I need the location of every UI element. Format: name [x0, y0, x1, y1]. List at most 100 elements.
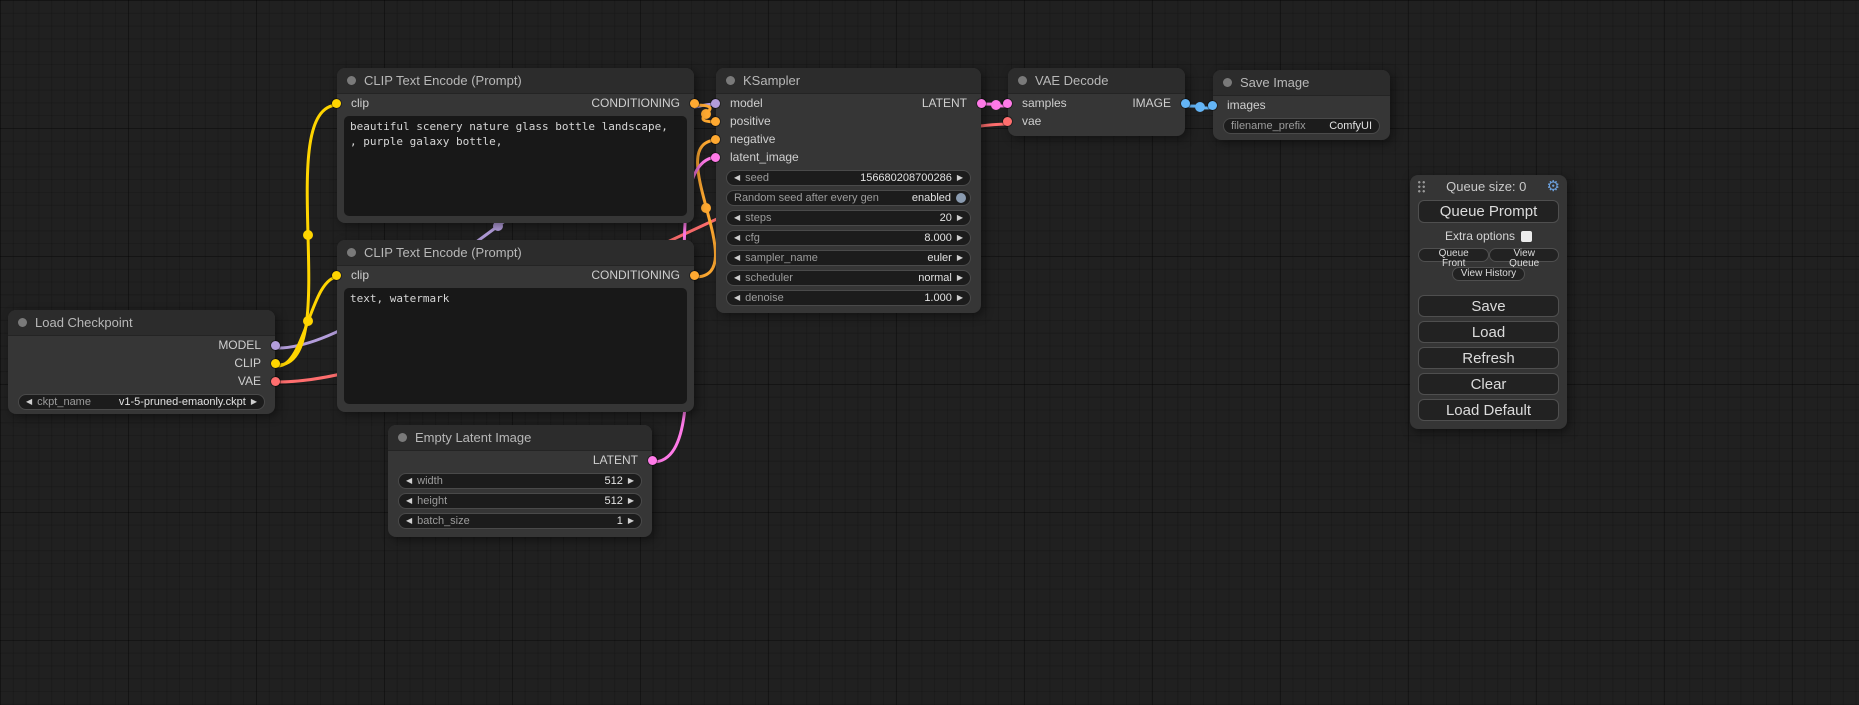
decrement-arrow-icon[interactable]: ◀ [406, 497, 412, 505]
collapse-dot-icon[interactable] [398, 433, 407, 442]
node-titlebar[interactable]: CLIP Text Encode (Prompt) [337, 240, 694, 266]
prompt-text-input[interactable]: text, watermark [344, 288, 687, 404]
collapse-dot-icon[interactable] [726, 76, 735, 85]
node-titlebar[interactable]: Save Image [1213, 70, 1390, 96]
input-slot-vae[interactable] [1003, 117, 1012, 126]
node-ksampler[interactable]: KSampler model LATENT positive negative … [716, 68, 981, 313]
node-vae-decode[interactable]: VAE Decode samples IMAGE vae [1008, 68, 1185, 136]
input-slot-clip[interactable] [332, 271, 341, 280]
input-slot-images[interactable] [1208, 101, 1217, 110]
toggle-knob-icon[interactable] [956, 193, 966, 203]
node-empty-latent-image[interactable]: Empty Latent Image LATENT ◀ width 512 ▶ … [388, 425, 652, 537]
collapse-dot-icon[interactable] [1018, 76, 1027, 85]
node-titlebar[interactable]: Load Checkpoint [8, 310, 275, 336]
widget-steps[interactable]: ◀ steps 20 ▶ [726, 210, 971, 226]
decrement-arrow-icon[interactable]: ◀ [734, 294, 740, 302]
node-clip-text-encode-positive[interactable]: CLIP Text Encode (Prompt) clip CONDITION… [337, 68, 694, 223]
increment-arrow-icon[interactable]: ▶ [251, 398, 257, 406]
node-title: CLIP Text Encode (Prompt) [364, 245, 522, 260]
node-title: Empty Latent Image [415, 430, 531, 445]
widget-batch-size[interactable]: ◀ batch_size 1 ▶ [398, 513, 642, 529]
output-slot-clip[interactable] [271, 359, 280, 368]
output-label-clip: CLIP [234, 356, 261, 370]
drag-handle-icon[interactable] [1417, 180, 1426, 193]
increment-arrow-icon[interactable]: ▶ [957, 254, 963, 262]
node-titlebar[interactable]: VAE Decode [1008, 68, 1185, 94]
widget-denoise[interactable]: ◀ denoise 1.000 ▶ [726, 290, 971, 306]
output-slot-image[interactable] [1181, 99, 1190, 108]
decrement-arrow-icon[interactable]: ◀ [734, 174, 740, 182]
node-titlebar[interactable]: Empty Latent Image [388, 425, 652, 451]
view-queue-button[interactable]: View Queue [1489, 248, 1559, 262]
input-slot-clip[interactable] [332, 99, 341, 108]
decrement-arrow-icon[interactable]: ◀ [734, 234, 740, 242]
collapse-dot-icon[interactable] [18, 318, 27, 327]
decrement-arrow-icon[interactable]: ◀ [406, 477, 412, 485]
decrement-arrow-icon[interactable]: ◀ [734, 274, 740, 282]
output-row: LATENT [388, 451, 652, 469]
wire-clip-negative [278, 277, 338, 366]
widget-scheduler[interactable]: ◀ scheduler normal ▶ [726, 270, 971, 286]
decrement-arrow-icon[interactable]: ◀ [26, 398, 32, 406]
node-title: Save Image [1240, 75, 1309, 90]
widget-height[interactable]: ◀ height 512 ▶ [398, 493, 642, 509]
output-slot-vae[interactable] [271, 377, 280, 386]
extra-options-checkbox[interactable] [1521, 231, 1532, 242]
input-slot-latent-image[interactable] [711, 153, 720, 162]
output-label-conditioning: CONDITIONING [591, 268, 680, 282]
widget-filename-prefix[interactable]: filename_prefix ComfyUI [1223, 118, 1380, 134]
node-save-image[interactable]: Save Image images filename_prefix ComfyU… [1213, 70, 1390, 140]
output-slot-conditioning[interactable] [690, 99, 699, 108]
widget-value: 20 [940, 212, 952, 224]
wire-midpoint-samples [991, 100, 1001, 110]
widget-ckpt-name[interactable]: ◀ ckpt_name v1-5-pruned-emaonly.ckpt ▶ [18, 394, 265, 410]
node-titlebar[interactable]: CLIP Text Encode (Prompt) [337, 68, 694, 94]
settings-gear-icon[interactable]: ⚙ [1547, 179, 1560, 194]
output-slot-conditioning[interactable] [690, 271, 699, 280]
load-default-button[interactable]: Load Default [1418, 399, 1559, 421]
increment-arrow-icon[interactable]: ▶ [957, 214, 963, 222]
decrement-arrow-icon[interactable]: ◀ [734, 254, 740, 262]
input-slot-model[interactable] [711, 99, 720, 108]
node-load-checkpoint[interactable]: Load Checkpoint MODEL CLIP VAE ◀ ckpt_na… [8, 310, 275, 414]
output-slot-latent[interactable] [977, 99, 986, 108]
queue-front-button[interactable]: Queue Front [1418, 248, 1489, 262]
increment-arrow-icon[interactable]: ▶ [957, 274, 963, 282]
widget-seed[interactable]: ◀ seed 156680208700286 ▶ [726, 170, 971, 186]
collapse-dot-icon[interactable] [1223, 78, 1232, 87]
save-button[interactable]: Save [1418, 295, 1559, 317]
wire-midpoint-clip-negative [303, 316, 313, 326]
widget-random-seed-toggle[interactable]: Random seed after every gen enabled [726, 190, 971, 206]
widget-width[interactable]: ◀ width 512 ▶ [398, 473, 642, 489]
node-clip-text-encode-negative[interactable]: CLIP Text Encode (Prompt) clip CONDITION… [337, 240, 694, 412]
output-slot-latent[interactable] [648, 456, 657, 465]
input-slot-negative[interactable] [711, 135, 720, 144]
increment-arrow-icon[interactable]: ▶ [628, 497, 634, 505]
input-slot-positive[interactable] [711, 117, 720, 126]
output-row: CLIP [8, 354, 275, 372]
prompt-text-input[interactable]: beautiful scenery nature glass bottle la… [344, 116, 687, 216]
node-titlebar[interactable]: KSampler [716, 68, 981, 94]
queue-prompt-button[interactable]: Queue Prompt [1418, 200, 1559, 223]
view-history-button[interactable]: View History [1452, 267, 1525, 281]
widget-sampler-name[interactable]: ◀ sampler_name euler ▶ [726, 250, 971, 266]
clear-button[interactable]: Clear [1418, 373, 1559, 395]
increment-arrow-icon[interactable]: ▶ [957, 234, 963, 242]
extra-options-row: Extra options [1410, 229, 1567, 243]
spacer [1410, 281, 1567, 291]
increment-arrow-icon[interactable]: ▶ [957, 174, 963, 182]
slot-row: positive [716, 112, 981, 130]
increment-arrow-icon[interactable]: ▶ [628, 477, 634, 485]
widget-cfg[interactable]: ◀ cfg 8.000 ▶ [726, 230, 971, 246]
increment-arrow-icon[interactable]: ▶ [957, 294, 963, 302]
refresh-button[interactable]: Refresh [1418, 347, 1559, 369]
collapse-dot-icon[interactable] [347, 248, 356, 257]
increment-arrow-icon[interactable]: ▶ [628, 517, 634, 525]
load-button[interactable]: Load [1418, 321, 1559, 343]
decrement-arrow-icon[interactable]: ◀ [406, 517, 412, 525]
decrement-arrow-icon[interactable]: ◀ [734, 214, 740, 222]
output-slot-model[interactable] [271, 341, 280, 350]
input-slot-samples[interactable] [1003, 99, 1012, 108]
comfyui-canvas[interactable]: { "icons": { "left_arrow": "◀", "right_a… [0, 0, 1859, 705]
collapse-dot-icon[interactable] [347, 76, 356, 85]
